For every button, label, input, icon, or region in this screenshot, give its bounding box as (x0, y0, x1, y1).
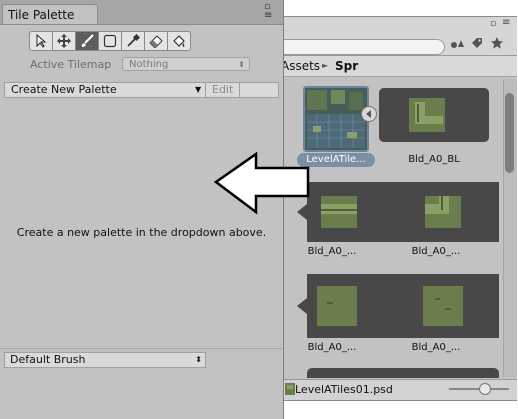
eyedropper-icon[interactable] (121, 31, 145, 51)
asset-grid: LevelATile... Bld_A0_BL Bld_A0_... Bld_A… (283, 78, 517, 378)
tool-bar (29, 31, 191, 51)
asset-label[interactable]: Bld_A0_... (283, 246, 387, 257)
sprite-group (379, 88, 497, 142)
select-arrow-icon[interactable] (29, 31, 53, 51)
breadcrumb: Assets ► Spr (283, 56, 517, 77)
filter-by-type-icon[interactable] (449, 37, 465, 53)
dropdown-arrows-icon: ⬍ (195, 355, 202, 364)
asset-label[interactable]: Bld_A0_... (283, 342, 387, 353)
divider (0, 348, 283, 349)
status-bar: LevelATiles01.psd (283, 379, 517, 400)
zoom-slider-knob[interactable] (479, 383, 491, 395)
tab-bar: Tile Palette ▫ ≡ (0, 0, 283, 25)
filter-by-label-icon[interactable] (469, 37, 485, 53)
breadcrumb-spr[interactable]: Spr (335, 56, 358, 76)
active-tilemap-label: Active Tilemap (30, 58, 112, 71)
sprite-group (307, 368, 499, 378)
eraser-icon[interactable] (144, 31, 168, 51)
active-tilemap-dropdown[interactable]: Nothing ⬍ (122, 57, 250, 71)
flood-fill-icon[interactable] (167, 31, 191, 51)
window-menu-icon[interactable]: ≡ (502, 17, 510, 28)
asset-thumbnail-selected[interactable] (303, 86, 369, 152)
toolbar-divider (205, 83, 206, 97)
file-icon (285, 383, 295, 398)
palette-dropdown[interactable]: Create New Palette (11, 83, 117, 97)
sprite-group (297, 274, 499, 338)
project-toolbar: ▫ ≡ (283, 17, 517, 56)
scrollbar-thumb[interactable] (505, 93, 514, 173)
favorites-star-icon[interactable] (489, 37, 505, 53)
asset-label[interactable]: Bld_A0_... (381, 246, 491, 257)
big-left-arrow-icon (213, 151, 310, 215)
asset-label[interactable]: Bld_A0_... (381, 342, 491, 353)
dropdown-arrow-icon[interactable]: ▼ (195, 83, 201, 97)
project-window: ▫ ≡ Assets ► Spr LevelATile... Bld_A0_BL… (282, 16, 517, 401)
paintbrush-icon[interactable] (75, 31, 99, 51)
dropdown-arrows-icon: ⬍ (238, 60, 245, 69)
toolbar-divider (239, 83, 240, 97)
maximize-icon[interactable]: ▫ (490, 19, 496, 29)
tab-tile-palette[interactable]: Tile Palette (2, 4, 98, 24)
brush-dropdown[interactable]: Default Brush ⬍ (4, 352, 206, 368)
active-tilemap-value: Nothing (129, 59, 169, 70)
brush-dropdown-value: Default Brush (10, 353, 86, 366)
breadcrumb-separator-icon: ► (322, 61, 329, 70)
window-menu-icon[interactable]: ≡ (264, 10, 272, 21)
asset-label[interactable]: Bld_A0_BL (379, 154, 489, 165)
breadcrumb-assets[interactable]: Assets (283, 56, 320, 76)
sprite-group (297, 182, 499, 242)
box-fill-icon[interactable] (98, 31, 122, 51)
collapse-sprites-button[interactable] (361, 106, 377, 122)
edit-button[interactable]: Edit (212, 83, 233, 97)
move-icon[interactable] (52, 31, 76, 51)
palette-toolbar: Create New Palette ▼ Edit (4, 82, 279, 98)
search-input[interactable] (283, 39, 445, 55)
empty-palette-message: Create a new palette in the dropdown abo… (16, 226, 267, 239)
status-filename: LevelATiles01.psd (295, 383, 393, 396)
